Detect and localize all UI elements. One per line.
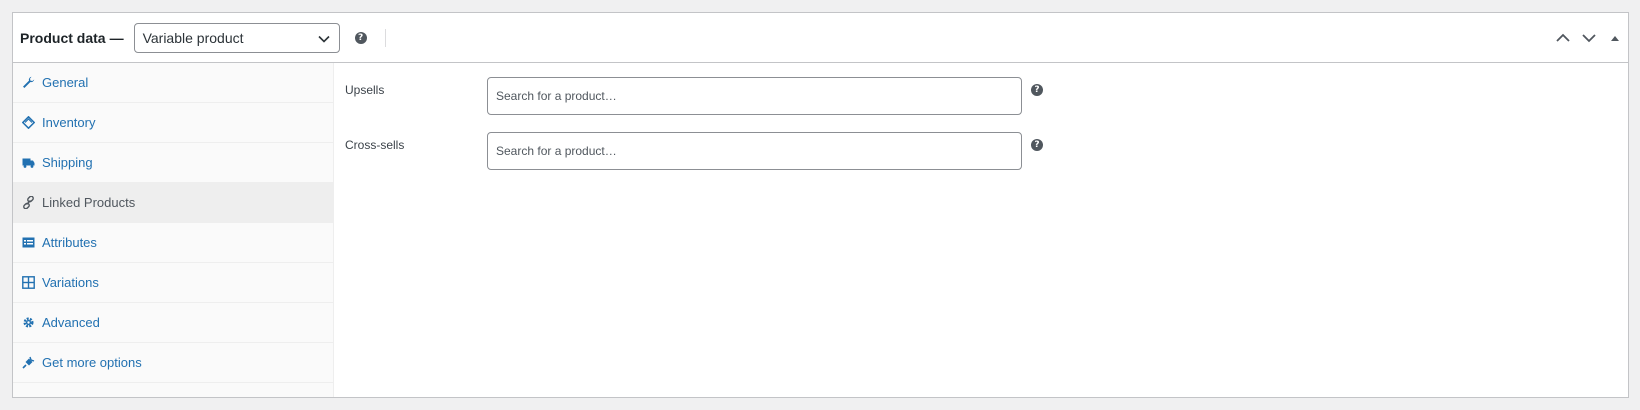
chevron-down-icon [318,35,330,43]
chevron-up-icon [1556,33,1570,42]
tab-get-more-options-label: Get more options [42,355,142,370]
header-divider [384,28,386,47]
tab-variations[interactable]: Variations [13,263,333,303]
title-dash: — [109,29,124,46]
plugin-icon [22,356,35,369]
tab-advanced-label: Advanced [42,315,100,330]
tab-variations-label: Variations [42,275,99,290]
crosssells-placeholder: Search for a product… [496,144,617,158]
tab-attributes-label: Attributes [42,235,97,250]
upsells-search-input[interactable]: Search for a product… [487,77,1022,115]
tab-advanced[interactable]: Advanced [13,303,333,343]
product-data-header: Product data — Variable product ? [13,13,1628,63]
triangle-up-icon [1611,36,1619,41]
tab-inventory-label: Inventory [42,115,96,130]
product-type-select[interactable]: Variable product [133,22,340,53]
product-data-tabs: General Inventory Shipping Linked Produc… [13,63,334,397]
tab-shipping[interactable]: Shipping [13,143,333,183]
chevron-down-icon [1582,34,1596,43]
truck-icon [22,156,35,169]
crosssells-search-input[interactable]: Search for a product… [487,132,1022,170]
move-down-button[interactable] [1576,13,1602,63]
help-icon[interactable]: ? [1031,139,1043,151]
wrench-icon [22,76,35,89]
grid-icon [22,276,35,289]
list-icon [22,236,35,249]
tab-inventory[interactable]: Inventory [13,103,333,143]
move-up-button[interactable] [1550,13,1576,63]
product-data-box: Product data — Variable product ? Genera… [12,12,1629,398]
product-type-value: Variable product [142,29,244,46]
tag-icon [22,116,35,129]
tab-general[interactable]: General [13,63,333,103]
link-icon [22,196,35,209]
gear-icon [22,316,35,329]
crosssells-label: Cross-sells [345,138,405,152]
upsells-label: Upsells [345,83,385,97]
tab-get-more-options[interactable]: Get more options [13,343,333,383]
tab-linked-products-label: Linked Products [42,195,136,210]
box-actions [1550,13,1628,63]
tab-general-label: General [42,75,89,90]
tab-attributes[interactable]: Attributes [13,223,333,263]
toggle-panel-button[interactable] [1602,13,1628,63]
help-icon[interactable]: ? [354,31,367,44]
help-icon[interactable]: ? [1031,84,1043,96]
linked-products-panel: Upsells Search for a product… ? Cross-se… [334,63,1628,397]
product-data-title: Product data [20,29,106,46]
tab-shipping-label: Shipping [42,155,93,170]
tab-linked-products[interactable]: Linked Products [13,183,333,223]
upsells-placeholder: Search for a product… [496,89,617,103]
